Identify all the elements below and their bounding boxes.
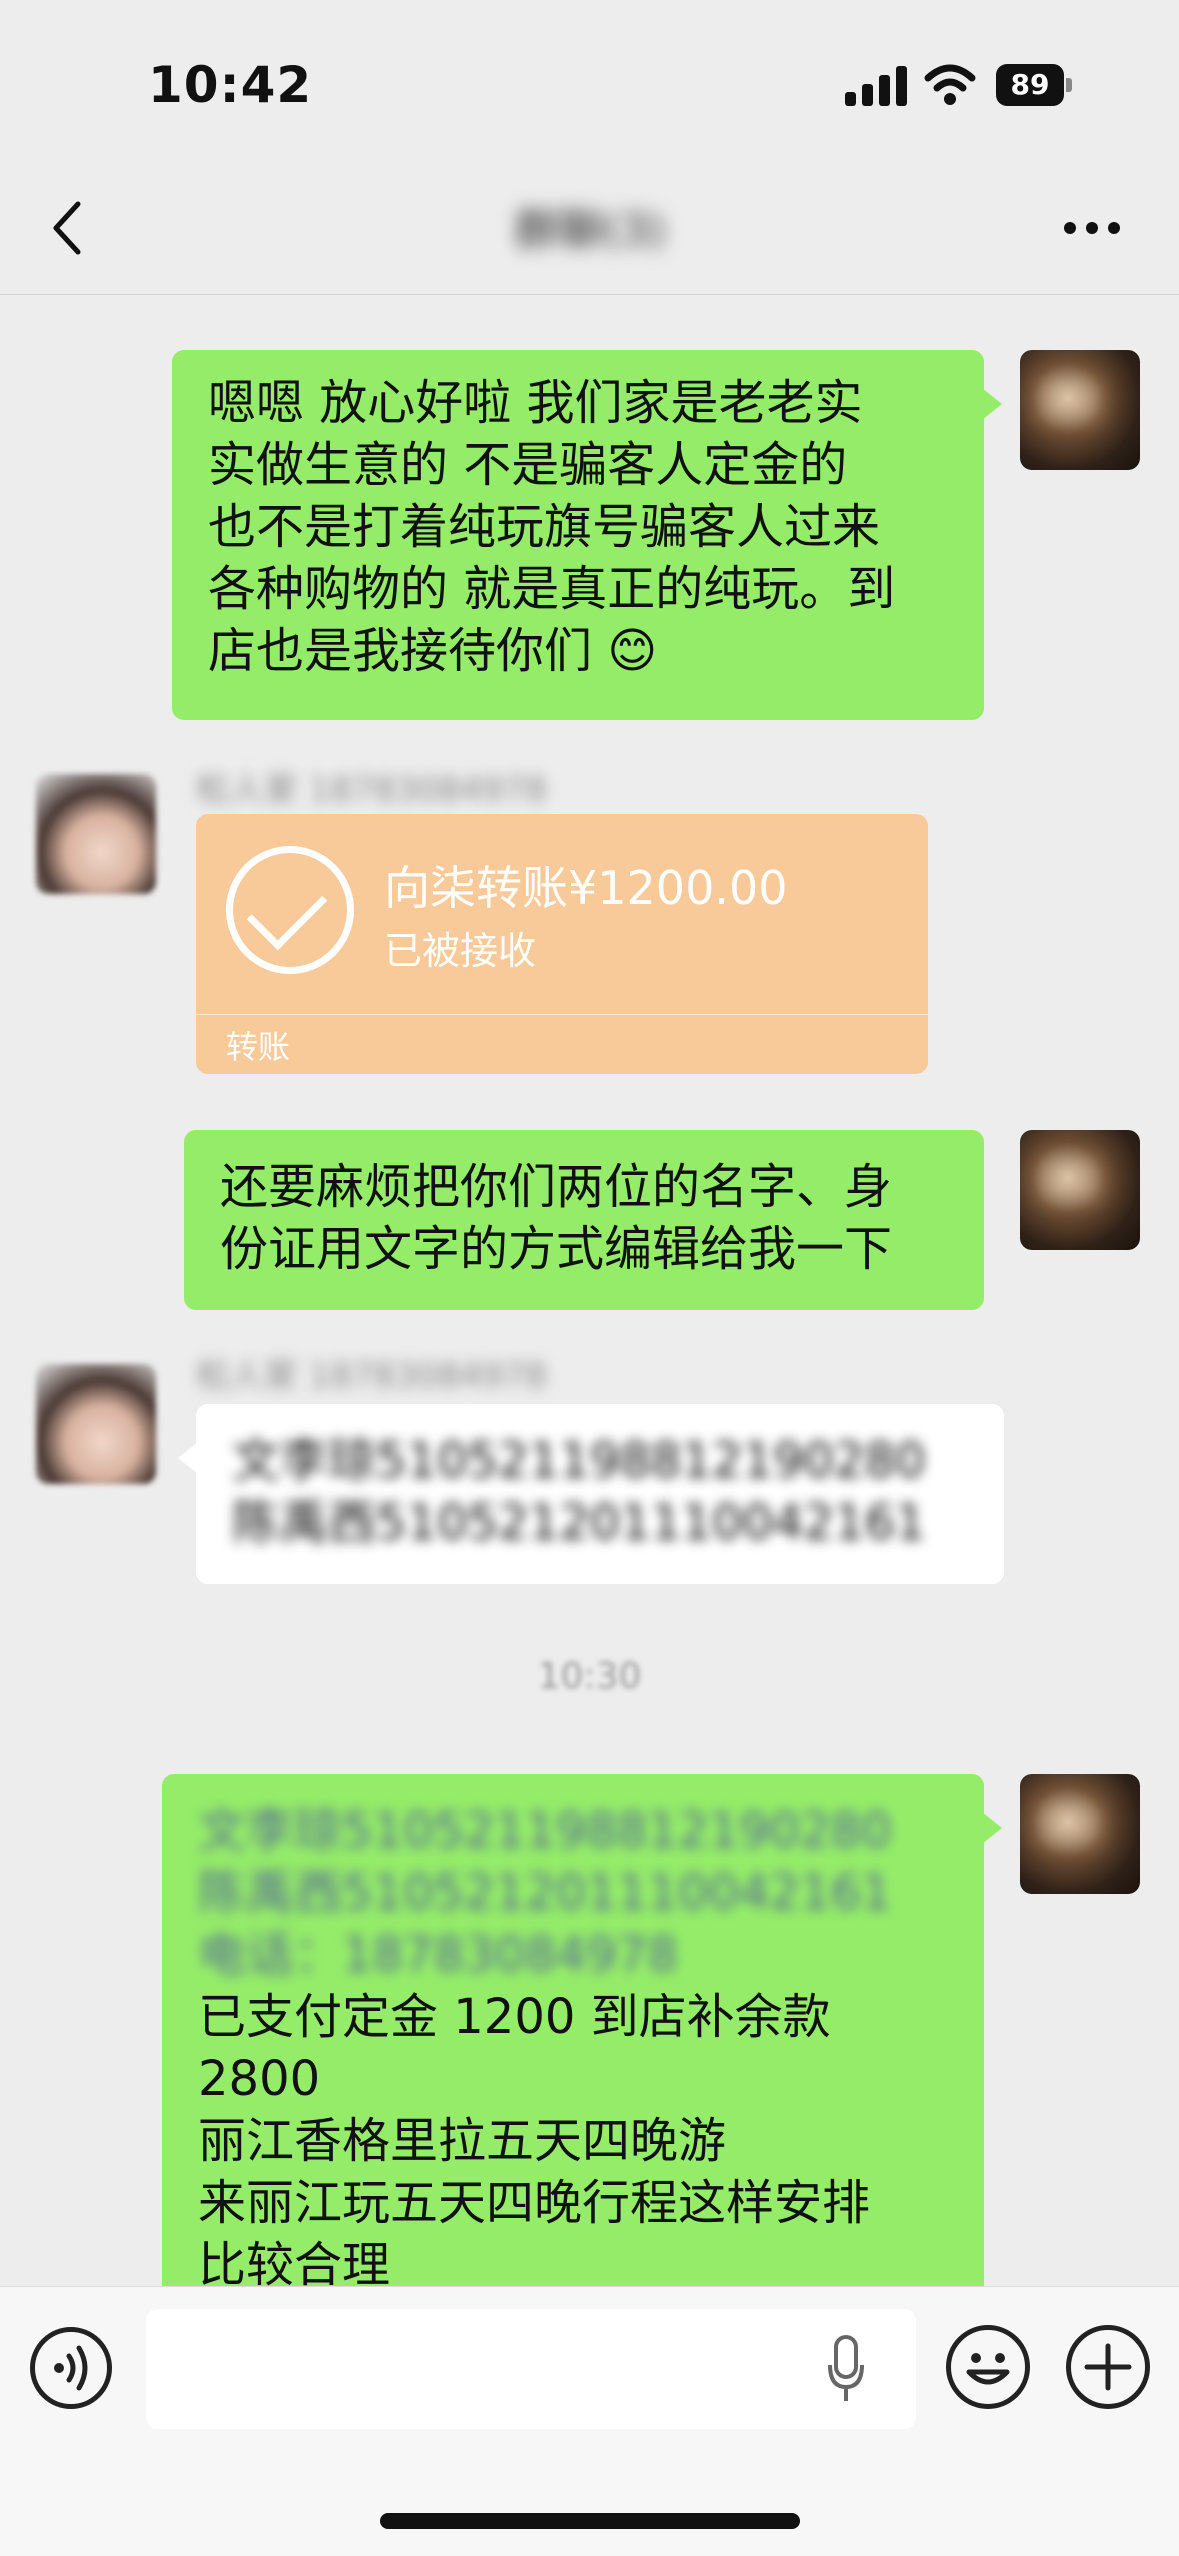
transfer-label: 转账: [226, 1028, 291, 1066]
signal-icon: [845, 66, 907, 106]
message-line: 份证用文字的方式编辑给我一下: [220, 1221, 893, 1277]
mic-icon[interactable]: [826, 2333, 866, 2405]
divider: [196, 1014, 928, 1015]
voice-icon[interactable]: [30, 2327, 112, 2409]
status-bar: 10:42 89: [0, 0, 1179, 150]
message-bubble-self[interactable]: 还要麻烦把你们两位的名字、身 份证用文字的方式编辑给我一下: [184, 1130, 984, 1310]
plus-icon[interactable]: [1066, 2325, 1150, 2409]
message-line: 2800: [198, 2051, 321, 2107]
chat-title: 群聊(3): [514, 205, 666, 256]
home-indicator[interactable]: [380, 2513, 800, 2529]
check-icon: [226, 846, 354, 974]
message-line: 丽江香格里拉五天四晚游: [198, 2113, 727, 2169]
message-input[interactable]: [146, 2309, 916, 2429]
message-line: 嗯嗯 放心好啦 我们家是老老实: [208, 375, 863, 431]
avatar-self[interactable]: [1020, 1774, 1140, 1894]
sender-name: 松人家 18783084978: [196, 770, 547, 810]
message-line: 文李琼510521198812190280: [198, 1803, 892, 1859]
transfer-title: 向柒转账¥1200.00: [384, 861, 788, 915]
input-bar: [0, 2286, 1179, 2556]
message-line: 文李琼510521198812190280: [232, 1433, 926, 1489]
message-bubble-self[interactable]: 文李琼510521198812190280 陈禹西510521201110042…: [162, 1774, 1002, 2286]
chat-timestamp: 10:30: [537, 1656, 642, 1697]
status-time: 10:42: [148, 56, 313, 114]
message-line: 也不是打着纯玩旗号骗客人过来: [208, 499, 881, 555]
avatar-other[interactable]: [36, 1364, 156, 1484]
sender-name: 松人家 18783084978: [196, 1356, 547, 1396]
message-line: 实做生意的 不是骗客人定金的: [208, 437, 848, 493]
message-line: 各种购物的 就是真正的纯玩。到: [208, 561, 896, 617]
message-line: 比较合理: [198, 2237, 391, 2286]
back-icon[interactable]: [48, 200, 88, 256]
transfer-card[interactable]: 向柒转账¥1200.00 已被接收 转账: [196, 814, 928, 1074]
message-line: 电话：18783084978: [198, 1927, 678, 1983]
emoji-icon[interactable]: [946, 2325, 1030, 2409]
battery-level: 89: [996, 64, 1064, 106]
wifi-icon: [924, 64, 976, 105]
message-line: 陈禹西510521201110042161: [232, 1495, 926, 1551]
avatar-self[interactable]: [1020, 1130, 1140, 1250]
avatar-self[interactable]: [1020, 350, 1140, 470]
avatar-other[interactable]: [36, 774, 156, 894]
chat-area[interactable]: 嗯嗯 放心好啦 我们家是老老实 实做生意的 不是骗客人定金的 也不是打着纯玩旗号…: [0, 296, 1179, 2286]
message-bubble-other[interactable]: 文李琼510521198812190280 陈禹西510521201110042…: [178, 1404, 1004, 1584]
chat-header: 群聊(3): [0, 150, 1179, 295]
battery-icon: 89: [996, 64, 1072, 106]
message-line: 还要麻烦把你们两位的名字、身: [220, 1159, 893, 1215]
more-icon[interactable]: [1062, 216, 1122, 240]
message-bubble-self[interactable]: 嗯嗯 放心好啦 我们家是老老实 实做生意的 不是骗客人定金的 也不是打着纯玩旗号…: [172, 350, 1002, 720]
message-line: 陈禹西510521201110042161: [198, 1865, 892, 1921]
message-line: 店也是我接待你们 😊: [208, 623, 658, 679]
message-line: 来丽江玩五天四晚行程这样安排: [198, 2175, 871, 2231]
message-line: 已支付定金 1200 到店补余款: [198, 1989, 831, 2045]
transfer-status: 已被接收: [384, 929, 537, 973]
